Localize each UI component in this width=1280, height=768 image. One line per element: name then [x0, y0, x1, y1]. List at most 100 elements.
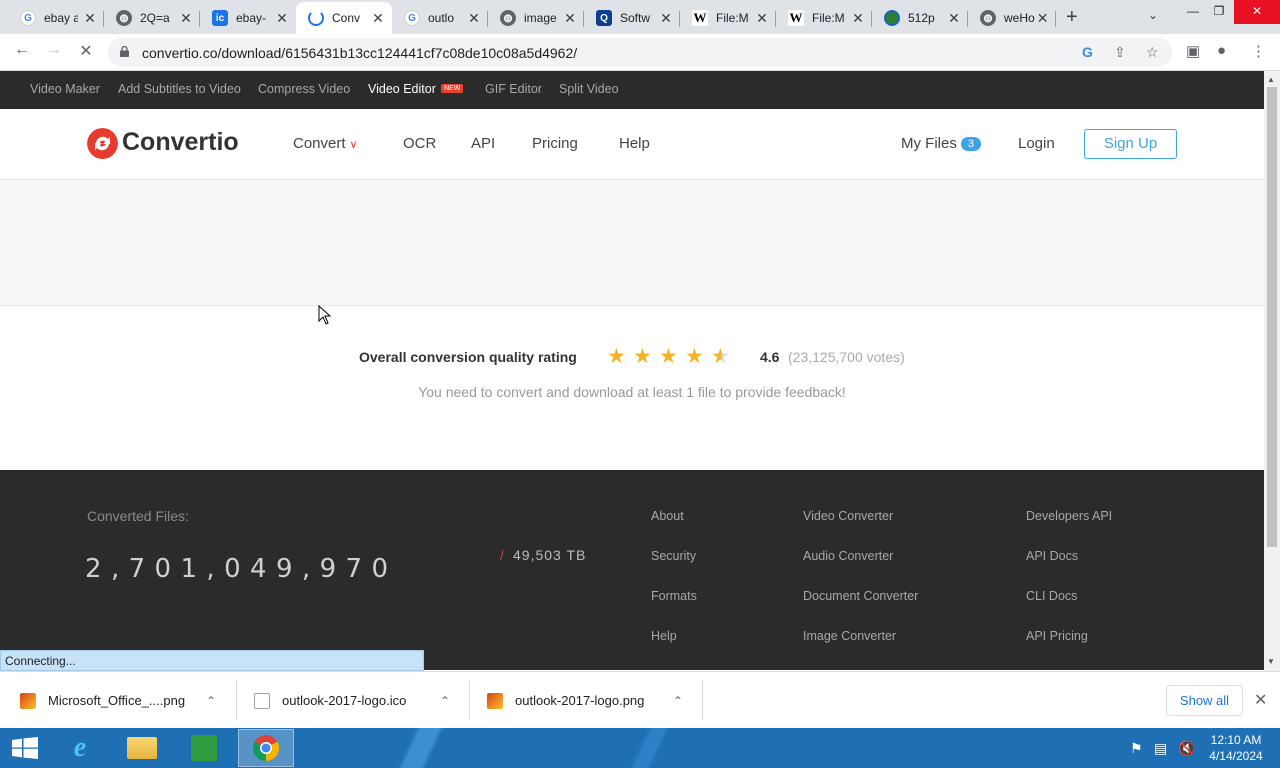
- tab-7[interactable]: Q Softw ✕: [584, 2, 680, 34]
- mouse-cursor-icon: [318, 305, 332, 325]
- download-item[interactable]: outlook-2017-logo.png ⌃: [487, 672, 697, 729]
- footer-link-cli-docs[interactable]: CLI Docs: [1026, 589, 1077, 603]
- side-panel-icon[interactable]: ▣: [1186, 42, 1200, 60]
- footer-link-security[interactable]: Security: [651, 549, 696, 563]
- start-button[interactable]: [0, 729, 50, 767]
- scroll-down-icon[interactable]: ▼: [1267, 657, 1275, 666]
- tab-search-chevron-icon[interactable]: ⌄: [1148, 8, 1158, 22]
- image-file-icon: [20, 692, 36, 709]
- restore-icon[interactable]: ❐: [1204, 0, 1234, 24]
- close-icon[interactable]: ✕: [1035, 10, 1050, 27]
- sign-up-button[interactable]: Sign Up: [1084, 129, 1177, 159]
- close-icon[interactable]: ✕: [658, 10, 674, 27]
- nav-login[interactable]: Login: [1018, 135, 1055, 152]
- window-close-icon[interactable]: ✕: [1234, 0, 1280, 24]
- nav-my-files[interactable]: My Files 3: [901, 135, 981, 152]
- globe-icon: ◍: [980, 10, 996, 26]
- rating-label: Overall conversion quality rating: [359, 349, 577, 365]
- close-download-bar-icon[interactable]: ✕: [1254, 690, 1267, 710]
- scroll-up-icon[interactable]: ▲: [1267, 75, 1275, 84]
- url-text: convertio.co/download/6156431b13cc124441…: [142, 45, 578, 61]
- folder-icon: [127, 737, 157, 759]
- topbar-video-maker[interactable]: Video Maker: [30, 82, 100, 96]
- tab-3[interactable]: ic ebay- ✕: [200, 2, 296, 34]
- image-file-icon: [487, 692, 503, 709]
- footer-link-about[interactable]: About: [651, 509, 684, 523]
- close-icon[interactable]: ✕: [946, 10, 962, 27]
- site-footer: Converted Files: 2,701,049,970 / 49,503 …: [0, 470, 1264, 670]
- download-item[interactable]: Microsoft_Office_....png ⌃: [20, 672, 230, 729]
- nav-api[interactable]: API: [471, 135, 495, 152]
- taskbar-store[interactable]: [176, 729, 232, 767]
- menu-icon[interactable]: ⋮: [1251, 42, 1266, 60]
- tab-5[interactable]: G outlo ✕: [392, 2, 488, 34]
- show-all-button[interactable]: Show all: [1166, 685, 1243, 716]
- footer-link-formats[interactable]: Formats: [651, 589, 697, 603]
- download-item[interactable]: outlook-2017-logo.ico ⌃: [254, 672, 464, 729]
- footer-link-api-docs[interactable]: API Docs: [1026, 549, 1078, 563]
- close-icon[interactable]: ✕: [850, 10, 866, 27]
- close-icon[interactable]: ✕: [754, 10, 770, 27]
- back-icon[interactable]: ←: [10, 41, 34, 59]
- close-icon[interactable]: ✕: [562, 10, 578, 27]
- taskbar-file-explorer[interactable]: [114, 729, 170, 767]
- close-icon[interactable]: ✕: [370, 10, 386, 27]
- tab-6[interactable]: ◍ image ✕: [488, 2, 584, 34]
- network-icon[interactable]: ▤: [1154, 740, 1167, 757]
- topbar-video-editor[interactable]: Video Editor: [368, 82, 436, 96]
- taskbar-chrome[interactable]: [238, 729, 294, 767]
- logo-text[interactable]: Convertio: [122, 128, 239, 157]
- ic-icon: ic: [212, 10, 228, 26]
- volume-muted-icon[interactable]: 🔇: [1178, 740, 1195, 757]
- chevron-up-icon[interactable]: ⌃: [673, 694, 683, 708]
- tab-title: File:M: [812, 11, 845, 25]
- bookmark-star-icon[interactable]: ☆: [1146, 44, 1159, 61]
- nav-ocr[interactable]: OCR: [403, 135, 436, 152]
- chrome-icon: [252, 735, 280, 762]
- download-filename: outlook-2017-logo.png: [515, 693, 645, 708]
- forward-icon[interactable]: →: [42, 41, 66, 59]
- footer-link-video-converter[interactable]: Video Converter: [803, 509, 893, 523]
- share-icon[interactable]: ⇪: [1114, 44, 1126, 61]
- nav-convert[interactable]: Convert ∨: [293, 135, 358, 152]
- tab-4-active[interactable]: Conv ✕: [296, 2, 392, 34]
- taskbar-internet-explorer[interactable]: e: [52, 729, 108, 767]
- profile-icon[interactable]: ●: [1217, 42, 1226, 59]
- scroll-thumb[interactable]: [1267, 87, 1277, 547]
- chevron-up-icon[interactable]: ⌃: [440, 694, 450, 708]
- my-files-label: My Files: [901, 135, 957, 152]
- convertio-logo-icon[interactable]: [87, 128, 118, 159]
- system-clock[interactable]: 12:10 AM 4/14/2024: [1204, 732, 1268, 764]
- close-icon[interactable]: ✕: [274, 10, 290, 27]
- footer-link-image-converter[interactable]: Image Converter: [803, 629, 896, 643]
- star-icon: ★: [685, 345, 704, 368]
- tab-8[interactable]: W File:M ✕: [680, 2, 776, 34]
- close-icon[interactable]: ✕: [82, 10, 98, 27]
- close-icon[interactable]: ✕: [178, 10, 194, 27]
- google-lens-icon[interactable]: G: [1082, 44, 1093, 60]
- chevron-up-icon[interactable]: ⌃: [206, 694, 216, 708]
- address-bar[interactable]: convertio.co/download/6156431b13cc124441…: [108, 38, 1172, 67]
- topbar-compress-video[interactable]: Compress Video: [258, 82, 350, 96]
- tab-2[interactable]: ◍ 2Q=a ✕: [104, 2, 200, 34]
- nav-pricing[interactable]: Pricing: [532, 135, 578, 152]
- topbar-add-subtitles[interactable]: Add Subtitles to Video: [118, 82, 241, 96]
- footer-link-document-converter[interactable]: Document Converter: [803, 589, 918, 603]
- tab-10[interactable]: 512p ✕: [872, 2, 968, 34]
- footer-link-audio-converter[interactable]: Audio Converter: [803, 549, 893, 563]
- tab-1[interactable]: G ebay a ✕: [8, 2, 104, 34]
- close-icon[interactable]: ✕: [466, 10, 482, 27]
- flag-icon[interactable]: ⚑: [1130, 740, 1143, 757]
- topbar-split-video[interactable]: Split Video: [559, 82, 619, 96]
- tab-9[interactable]: W File:M ✕: [776, 2, 872, 34]
- stop-icon[interactable]: ✕: [74, 41, 98, 61]
- page-scrollbar[interactable]: ▲ ▼: [1264, 71, 1280, 671]
- nav-help[interactable]: Help: [619, 135, 650, 152]
- footer-link-help[interactable]: Help: [651, 629, 677, 643]
- topbar-gif-editor[interactable]: GIF Editor: [485, 82, 542, 96]
- footer-link-api-pricing[interactable]: API Pricing: [1026, 629, 1088, 643]
- divider: [236, 680, 237, 720]
- tab-11[interactable]: ◍ weHo ✕: [968, 2, 1056, 34]
- new-tab-icon[interactable]: +: [1066, 6, 1078, 29]
- footer-link-developers-api[interactable]: Developers API: [1026, 509, 1112, 523]
